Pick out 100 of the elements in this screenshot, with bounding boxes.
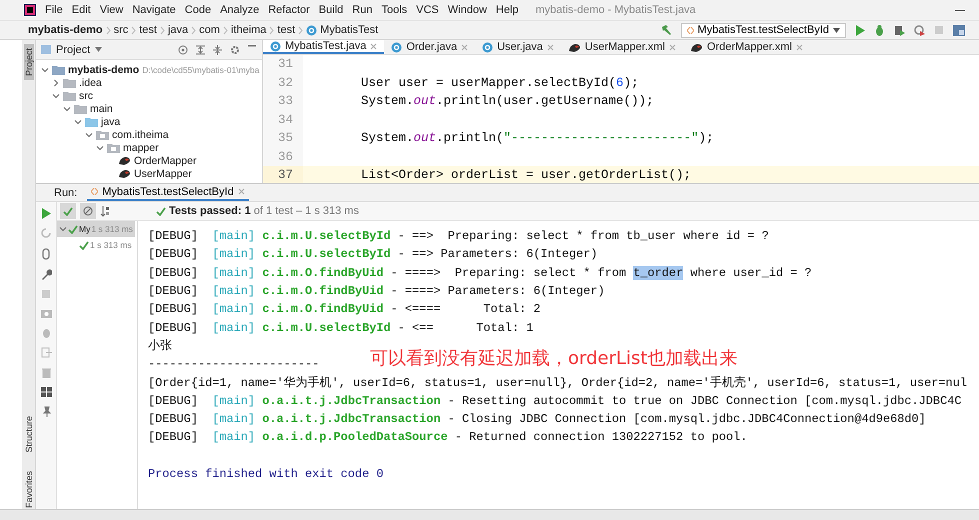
- collapse-all-icon[interactable]: [213, 44, 222, 54]
- config-icon: [91, 188, 98, 195]
- menu-item[interactable]: Tools: [381, 4, 408, 16]
- breadcrumb-item[interactable]: src: [114, 24, 128, 36]
- chevron-icon: [131, 26, 136, 34]
- line-number: 32: [263, 74, 303, 92]
- close-icon[interactable]: [669, 44, 676, 50]
- dropdown-arrow-icon: [833, 28, 840, 32]
- breadcrumb-item[interactable]: mybatis-demo: [28, 24, 103, 36]
- menu-item[interactable]: Code: [184, 4, 212, 16]
- console-line: [Order{id=1, name='华为手机', userId=6, status=1, user=null}, Order{id=2, name='手机壳', userId=6, status=1, user=nul: [148, 374, 967, 391]
- profiler-icon[interactable]: [914, 24, 925, 36]
- tool-window-tab[interactable]: Project: [24, 44, 34, 80]
- tool-window-tab[interactable]: Favorites: [24, 466, 34, 512]
- run-config-dropdown[interactable]: MybatisTest.testSelectById: [680, 22, 846, 38]
- console-line: [DEBUG] [main] c.i.m.U.selectById - <== Total: 1: [148, 320, 534, 335]
- expand-all-icon[interactable]: [196, 44, 205, 54]
- coverage-icon[interactable]: [894, 24, 905, 36]
- settings-icon[interactable]: [230, 44, 240, 54]
- tree-item[interactable]: OrderMapper: [134, 154, 196, 166]
- menu-item[interactable]: VCS: [416, 4, 439, 16]
- layout-icon[interactable]: [40, 387, 52, 397]
- chevron-icon: [269, 26, 274, 34]
- show-passed-button[interactable]: [60, 203, 76, 219]
- menu-item[interactable]: Edit: [72, 4, 91, 16]
- close-icon[interactable]: [370, 42, 378, 50]
- line-number: 33: [263, 92, 303, 110]
- line-number: 37: [263, 166, 303, 183]
- menu-item[interactable]: Navigate: [132, 4, 176, 16]
- test-row[interactable]: 1 s 313 ms: [57, 237, 135, 253]
- rerun-icon[interactable]: [41, 208, 51, 219]
- chevron-icon: [222, 26, 228, 34]
- toggle-icon[interactable]: [41, 248, 51, 260]
- menu-item[interactable]: Help: [496, 4, 519, 16]
- test-status: Tests passed: 1 of 1 test – 1 s 313 ms: [156, 205, 359, 217]
- line-number: 36: [263, 148, 303, 166]
- folder-icon: [63, 78, 76, 88]
- breadcrumb-item[interactable]: test: [139, 24, 157, 36]
- menu-item[interactable]: Run: [352, 4, 372, 16]
- line-number: 35: [263, 129, 303, 148]
- editor-tab[interactable]: OrderMapper.xml: [683, 40, 810, 54]
- close-icon[interactable]: [461, 44, 468, 50]
- breadcrumb-item[interactable]: itheima: [230, 24, 266, 36]
- console-line: [DEBUG] [main] c.i.m.O.findByUid - <==== Total: 2: [148, 302, 540, 316]
- locate-icon[interactable]: [178, 44, 188, 54]
- class-icon: [391, 42, 402, 52]
- package-icon: [107, 142, 120, 152]
- console-line: 小张: [148, 338, 172, 354]
- menu-item[interactable]: View: [100, 4, 124, 16]
- chevron-icon: [298, 26, 304, 34]
- test-row[interactable]: My1 s 313 ms: [57, 221, 135, 237]
- run-icon[interactable]: [855, 24, 865, 36]
- tree-item[interactable]: mapper: [123, 142, 159, 154]
- tree-item[interactable]: mybatis-demo: [68, 64, 140, 76]
- editor-tab[interactable]: MybatisTest.java: [263, 40, 384, 54]
- folder-icon: [52, 64, 65, 74]
- breadcrumb-item[interactable]: test: [277, 24, 296, 36]
- code-line: System.out.println("------------------------");: [360, 131, 714, 146]
- tree-item[interactable]: com.itheima: [112, 128, 169, 140]
- app-logo-icon: [24, 4, 36, 16]
- window-title: mybatis-demo - MybatisTest.java: [536, 4, 697, 16]
- breadcrumb-item[interactable]: MybatisTest: [320, 24, 378, 36]
- tree-item[interactable]: src: [79, 90, 93, 102]
- menu-item[interactable]: Build: [318, 4, 344, 16]
- menu-item[interactable]: Refactor: [268, 4, 310, 16]
- editor-tab[interactable]: UserMapper.xml: [560, 40, 683, 54]
- menu-item[interactable]: Window: [448, 4, 487, 16]
- chevron-icon: [191, 26, 196, 34]
- code-line: List<Order> orderList = user.getOrderList();: [360, 168, 692, 182]
- structure-icon[interactable]: [953, 24, 965, 36]
- close-icon[interactable]: [796, 44, 803, 50]
- editor-tab[interactable]: Order.java: [384, 40, 476, 54]
- tree-item[interactable]: UserMapper: [134, 168, 192, 180]
- tree-item[interactable]: .idea: [79, 76, 102, 88]
- console-line: [DEBUG] [main] o.a.i.d.p.PooledDataSource - Returned connection 1302227152 to pool.: [148, 430, 748, 444]
- panel-title[interactable]: Project: [56, 44, 90, 56]
- breadcrumb-item[interactable]: java: [168, 24, 188, 36]
- pin-icon[interactable]: [40, 406, 52, 417]
- close-icon[interactable]: [238, 188, 245, 195]
- tool-window-tab[interactable]: Structure: [24, 412, 34, 457]
- close-icon[interactable]: [546, 44, 554, 50]
- menu-item[interactable]: Analyze: [220, 4, 260, 16]
- console-line: [DEBUG] [main] c.i.m.O.findByUid - ====> Parameters: 6(Integer): [148, 284, 605, 298]
- editor-tab[interactable]: User.java: [475, 40, 561, 54]
- dropdown-arrow-icon[interactable]: [95, 47, 102, 52]
- annotation-text: 可以看到没有延迟加载，orderList也加载出来: [370, 347, 738, 370]
- bug-icon[interactable]: [874, 24, 885, 36]
- tree-item[interactable]: java: [101, 116, 120, 128]
- tree-item[interactable]: main: [90, 102, 113, 114]
- folder-icon: [63, 90, 76, 100]
- class-icon: [270, 40, 281, 52]
- sort-icon[interactable]: [100, 206, 110, 216]
- menu-item[interactable]: File: [45, 4, 63, 16]
- chevron-icon: [106, 26, 111, 34]
- breadcrumb-item[interactable]: com: [199, 24, 220, 36]
- package-icon: [96, 130, 109, 140]
- class-icon: [482, 42, 494, 52]
- chevron-icon: [160, 26, 165, 34]
- show-ignored-button[interactable]: [80, 203, 96, 219]
- folder-icon: [74, 104, 87, 114]
